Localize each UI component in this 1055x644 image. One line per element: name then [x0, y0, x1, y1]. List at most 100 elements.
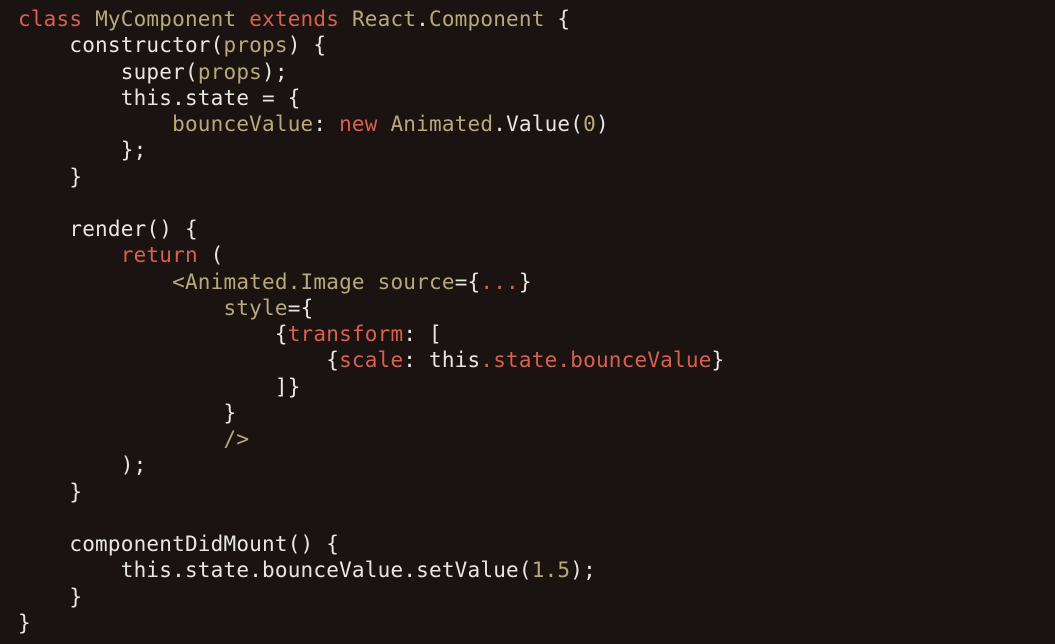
indent	[18, 375, 275, 399]
ellipsis: ...	[480, 270, 519, 294]
prop-state: state	[185, 558, 249, 582]
brace-open: {	[275, 322, 288, 346]
brace-close: }	[224, 401, 237, 425]
colon: :	[403, 348, 416, 372]
jsx-attr-style: style	[224, 296, 288, 320]
paren-open: (	[519, 558, 532, 582]
identifier-props: props	[224, 33, 288, 57]
paren-open: (	[185, 60, 198, 84]
number-zero: 0	[583, 112, 596, 136]
identifier-props: props	[198, 60, 262, 84]
brace-close: }	[288, 375, 301, 399]
code-editor[interactable]: class MyComponent extends React.Componen…	[18, 6, 1037, 636]
brace-open: {	[172, 217, 198, 241]
brace-close: }	[69, 585, 82, 609]
paren-open: (	[570, 112, 583, 136]
colon: :	[403, 322, 416, 346]
key-transform: transform	[288, 322, 404, 346]
number: 1.5	[532, 558, 571, 582]
indent	[18, 532, 69, 556]
indent	[18, 112, 172, 136]
prop-state: state	[185, 86, 249, 110]
paren-close-semi: );	[121, 453, 147, 477]
indent	[18, 348, 326, 372]
indent	[18, 427, 224, 451]
code-block: class MyComponent extends React.Componen…	[18, 7, 724, 635]
prop-bouncevalue: bounceValue	[262, 558, 403, 582]
keyword-this: this	[121, 558, 172, 582]
indent	[18, 480, 69, 504]
fn-super: super	[121, 60, 185, 84]
jsx-tag-animated-image: Animated.Image	[185, 270, 365, 294]
brace-close-semi: };	[121, 138, 147, 162]
paren-close-semi: );	[570, 558, 596, 582]
parens: ()	[288, 532, 314, 556]
prop-state: state	[493, 348, 557, 372]
dot: .	[249, 558, 262, 582]
brace-close: }	[69, 165, 82, 189]
brace-close: }	[18, 611, 31, 635]
space	[365, 270, 378, 294]
indent	[18, 86, 121, 110]
keyword-this: this	[429, 348, 480, 372]
brace-open: {	[313, 532, 339, 556]
indent	[18, 138, 121, 162]
indent	[18, 453, 121, 477]
prop-bouncevalue: bounceValue	[570, 348, 711, 372]
space	[326, 112, 339, 136]
indent	[18, 270, 172, 294]
paren-close: )	[596, 112, 609, 136]
indent	[18, 401, 224, 425]
dot: .	[172, 558, 185, 582]
fn-setvalue: setValue	[416, 558, 519, 582]
dot: .	[557, 348, 570, 372]
key-scale: scale	[339, 348, 403, 372]
paren-close: )	[288, 33, 301, 57]
indent	[18, 322, 275, 346]
fn-render: render	[69, 217, 146, 241]
indent	[18, 243, 121, 267]
indent	[18, 165, 69, 189]
jsx-attr-source: source	[378, 270, 455, 294]
brace-open: {	[545, 7, 571, 31]
indent	[18, 60, 121, 84]
indent	[18, 33, 69, 57]
key-bouncevalue: bounceValue	[172, 112, 313, 136]
paren-close-semi: );	[262, 60, 288, 84]
dot: .	[403, 558, 416, 582]
keyword-class: class	[18, 7, 82, 31]
paren-open: (	[211, 33, 224, 57]
bracket-open: [	[416, 322, 442, 346]
indent	[18, 558, 121, 582]
identifier-react: React	[352, 7, 416, 31]
brace-open: {	[301, 33, 327, 57]
equals: =	[455, 270, 468, 294]
jsx-self-close: />	[224, 427, 250, 451]
fn-constructor: constructor	[69, 33, 210, 57]
paren-open: (	[198, 243, 224, 267]
fn-componentdidmount: componentDidMount	[69, 532, 287, 556]
equals: =	[249, 86, 288, 110]
bracket-close: ]	[275, 375, 288, 399]
identifier-mycomponent: MyComponent	[95, 7, 236, 31]
brace-close: }	[712, 348, 725, 372]
keyword-return: return	[121, 243, 198, 267]
keyword-extends: extends	[249, 7, 339, 31]
indent	[18, 217, 69, 241]
identifier-component: Component	[429, 7, 545, 31]
equals: =	[288, 296, 301, 320]
brace-close: }	[519, 270, 532, 294]
space	[378, 112, 391, 136]
keyword-this: this	[121, 86, 172, 110]
jsx-angle-open: <	[172, 270, 185, 294]
space	[416, 348, 429, 372]
dot: .	[416, 7, 429, 31]
colon: :	[313, 112, 326, 136]
brace-open: {	[468, 270, 481, 294]
dot: .	[480, 348, 493, 372]
indent	[18, 585, 69, 609]
dot: .	[493, 112, 506, 136]
fn-value: Value	[506, 112, 570, 136]
identifier-animated: Animated	[390, 112, 493, 136]
brace-open: {	[326, 348, 339, 372]
